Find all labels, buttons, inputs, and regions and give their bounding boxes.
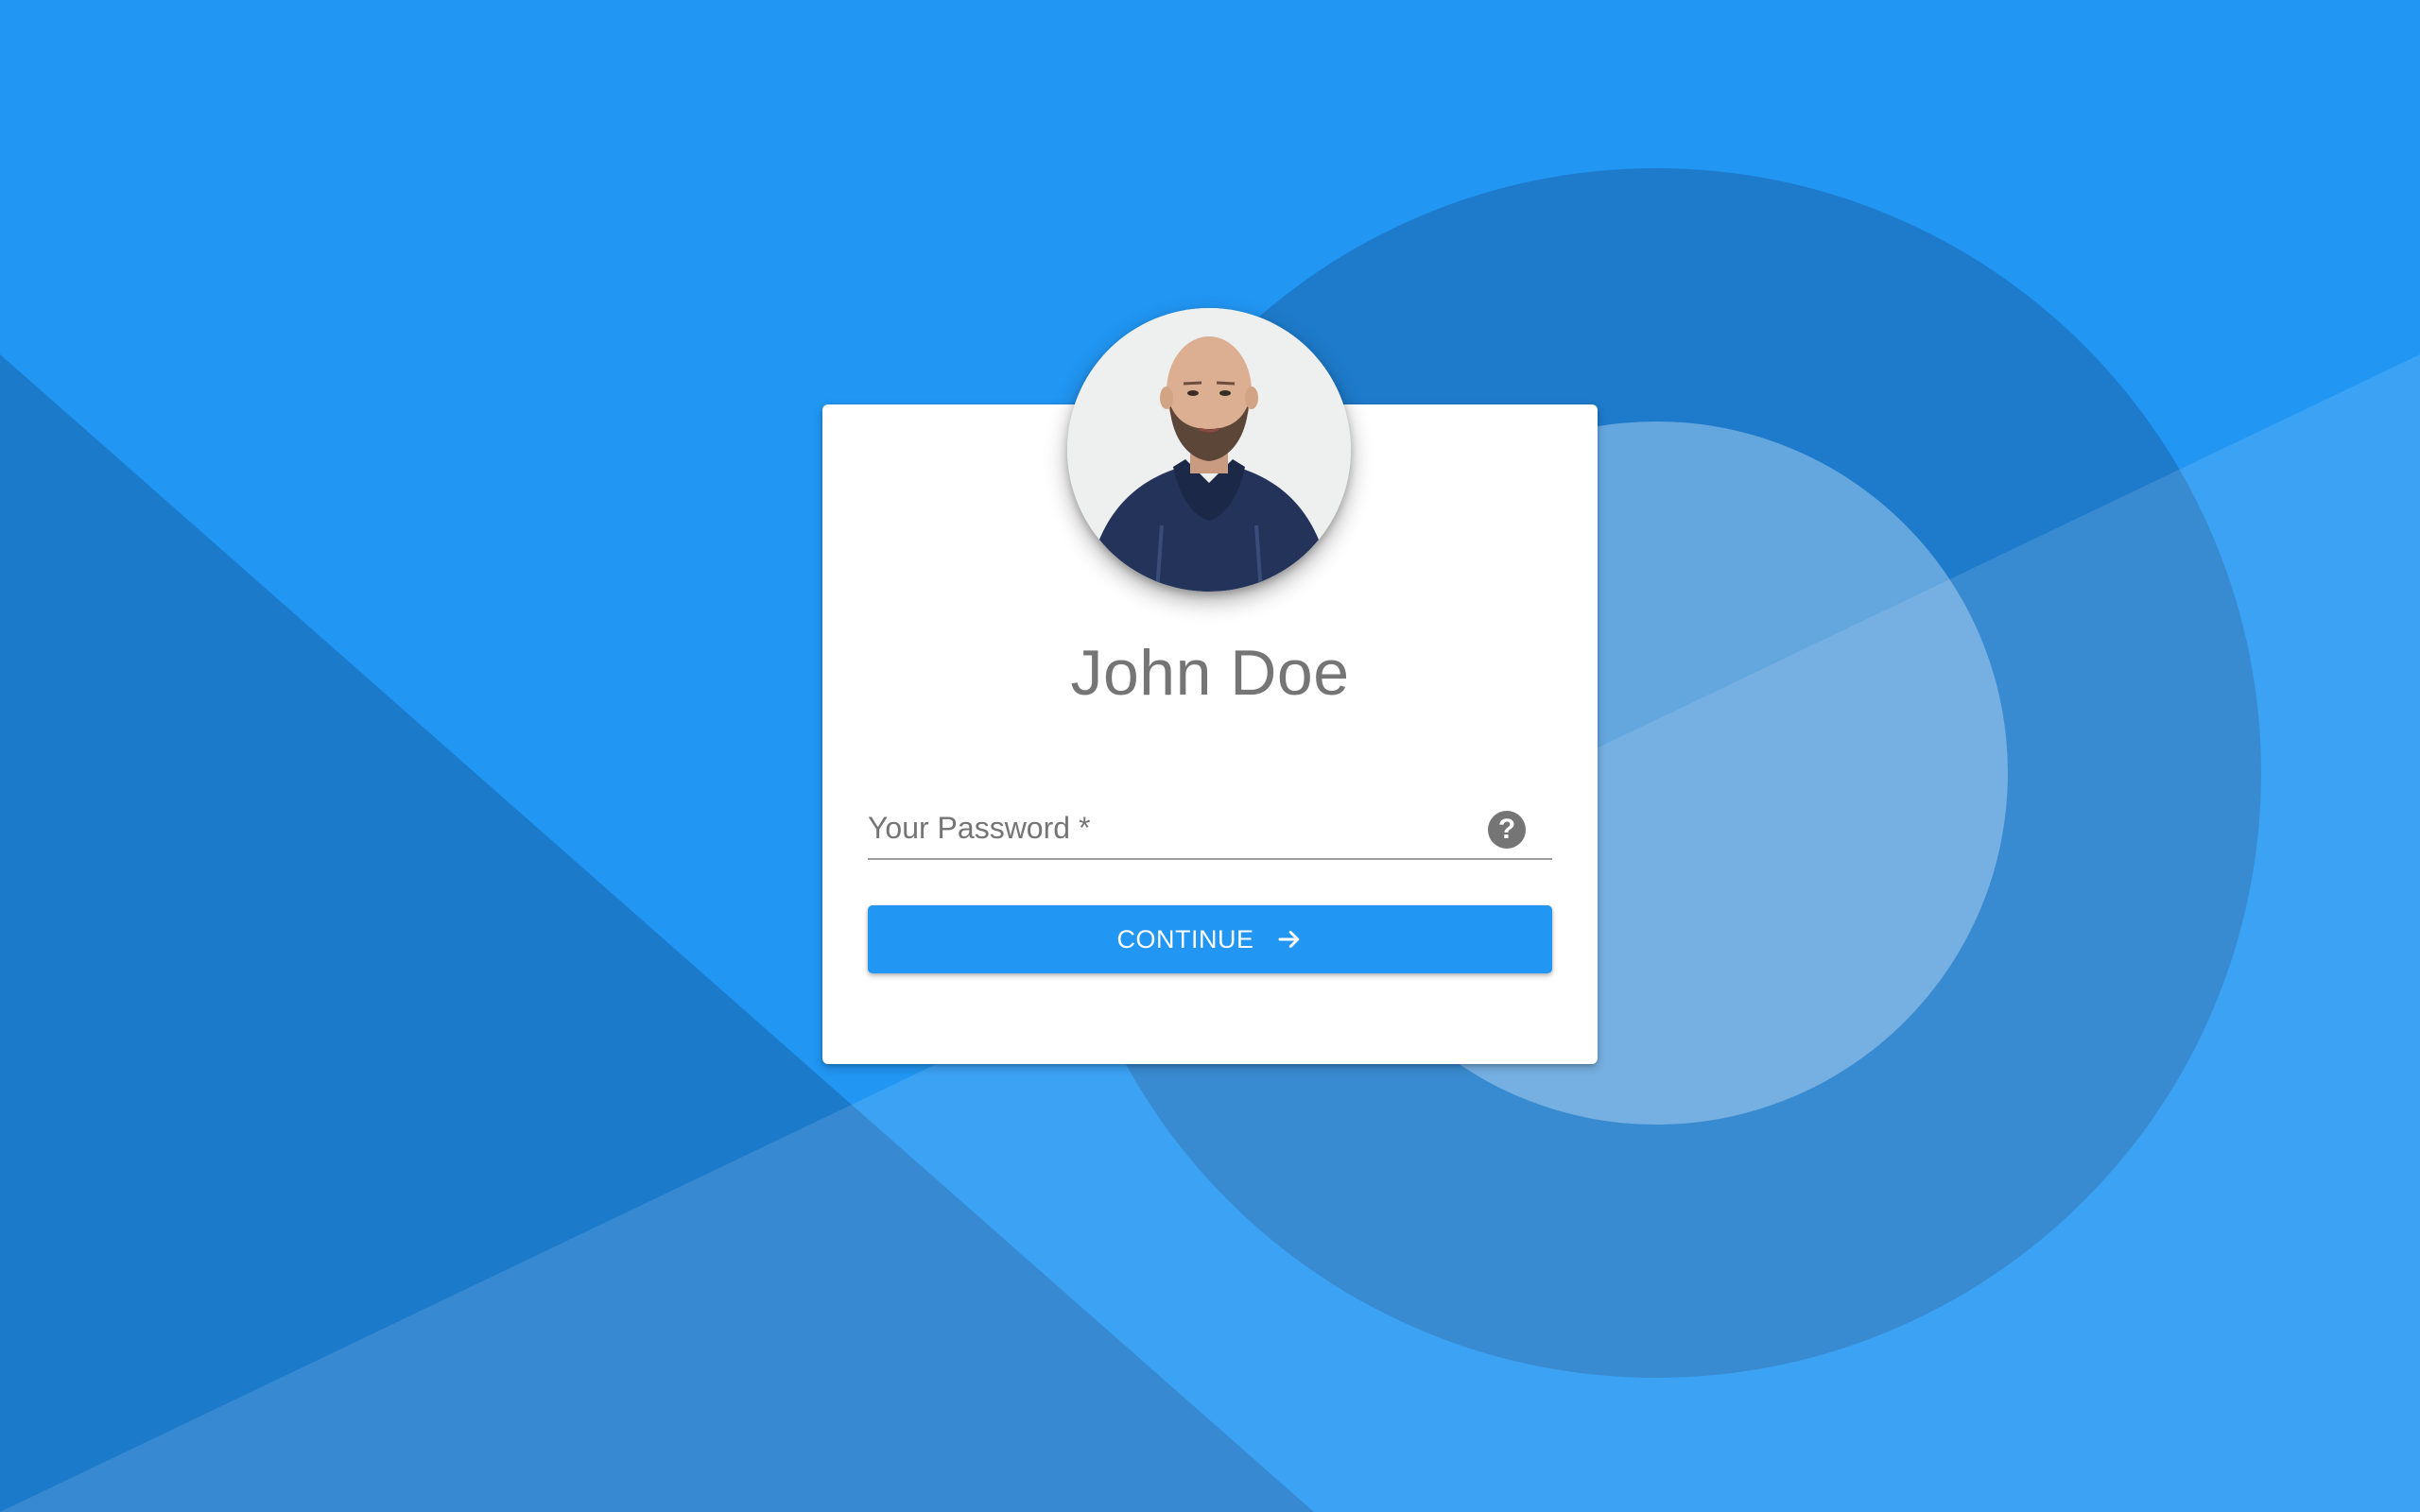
user-name: John Doe bbox=[1070, 637, 1350, 709]
password-field[interactable]: Your Password * ? bbox=[868, 801, 1552, 860]
user-photo-icon bbox=[1067, 308, 1351, 592]
arrow-right-icon bbox=[1278, 931, 1299, 948]
continue-button-label: CONTINUE bbox=[1116, 924, 1254, 954]
question-mark-circle-icon[interactable]: ? bbox=[1488, 811, 1526, 849]
continue-button[interactable]: CONTINUE bbox=[868, 905, 1552, 973]
user-avatar bbox=[1067, 308, 1351, 592]
password-input[interactable] bbox=[868, 801, 1486, 858]
